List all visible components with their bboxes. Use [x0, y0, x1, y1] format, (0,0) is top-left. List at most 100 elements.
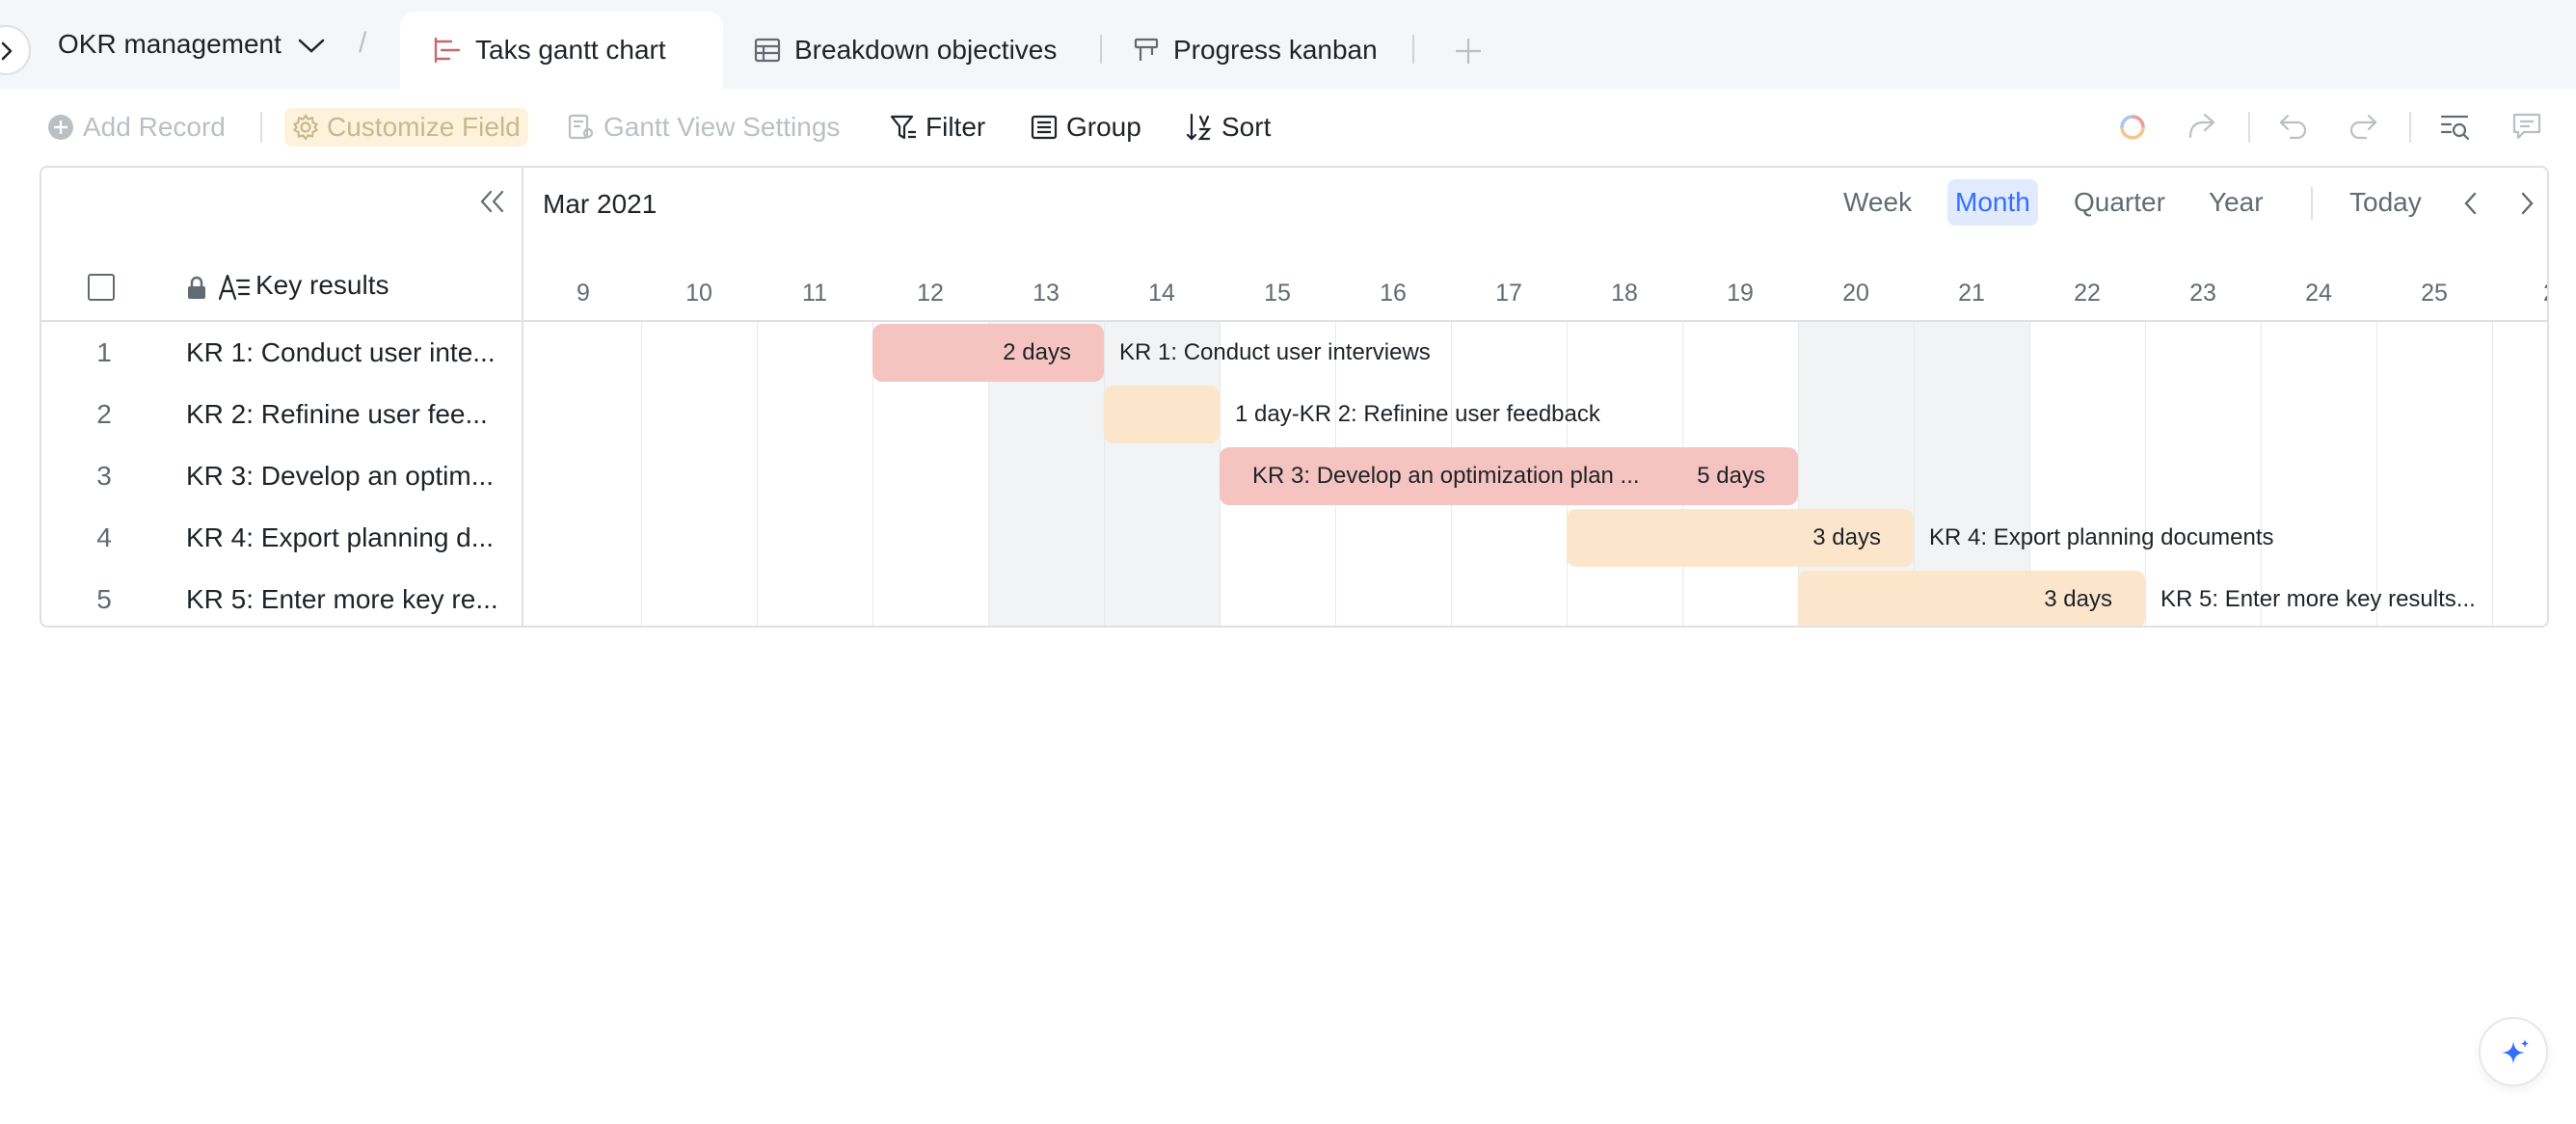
chevron-left-icon[interactable]	[2461, 191, 2481, 216]
row-number: 4	[96, 522, 112, 552]
day-label: 24	[2305, 280, 2332, 307]
tab-breakdown-objectives[interactable]: Breakdown objectives	[754, 12, 1057, 89]
scale-quarter-button[interactable]: Quarter	[2066, 179, 2173, 226]
redo-icon[interactable]	[2347, 110, 2379, 143]
day-label: 11	[802, 280, 827, 307]
bar-duration: 2 days	[1003, 339, 1071, 365]
day-label: 13	[1033, 280, 1060, 307]
view-toolbar: Add Record Customize Field Gantt View Se…	[0, 89, 2576, 166]
toolbar-divider	[2248, 112, 2250, 143]
day-label: 22	[2074, 280, 2101, 307]
day-label: 20	[1842, 280, 1869, 307]
gantt-view-settings-button[interactable]: Gantt View Settings	[567, 108, 840, 147]
undo-icon[interactable]	[2277, 110, 2310, 143]
day-label: 10	[685, 280, 712, 307]
toolbar-divider	[2409, 112, 2411, 143]
gear-icon	[292, 114, 319, 141]
chevron-right-icon[interactable]	[2517, 191, 2536, 216]
chevron-down-icon[interactable]	[298, 39, 325, 54]
record-grid: Key results 1 KR 1: Conduct user inte...…	[41, 168, 523, 626]
expand-sidebar-button[interactable]	[0, 25, 31, 75]
tab-divider	[1100, 35, 1102, 64]
gantt-view: Key results 1 KR 1: Conduct user inte...…	[40, 166, 2549, 628]
row-name: KR 1: Conduct user inte...	[186, 337, 496, 367]
lock-icon	[188, 276, 205, 299]
day-label: 12	[917, 280, 944, 307]
gantt-bar[interactable]	[1104, 386, 1220, 443]
day-label: 19	[1727, 280, 1754, 307]
timeline: Mar 2021 Week Month Quarter Year Today 9…	[525, 168, 2547, 626]
bar-label: 1 day-KR 2: Refinine user feedback	[1235, 401, 1600, 427]
filter-label: Filter	[926, 112, 986, 142]
group-button[interactable]: Group	[1030, 108, 1141, 147]
customize-field-button[interactable]: Customize Field	[284, 108, 528, 147]
bar-duration: 3 days	[2044, 586, 2112, 612]
base-title[interactable]: OKR management	[58, 29, 282, 60]
bar-label: KR 1: Conduct user interviews	[1119, 339, 1431, 365]
breadcrumb-separator: /	[359, 27, 367, 59]
bar-label: KR 5: Enter more key results...	[2160, 586, 2476, 612]
ai-assistant-button[interactable]	[2479, 1017, 2548, 1086]
comment-icon[interactable]	[2510, 110, 2543, 143]
customize-field-label: Customize Field	[327, 112, 521, 142]
add-tab-icon[interactable]	[1454, 37, 1483, 66]
tab-bar: OKR management / Taks gantt chart Breakd…	[0, 0, 2576, 89]
day-gridline	[2145, 322, 2146, 626]
day-gridline	[1104, 322, 1105, 626]
add-record-label: Add Record	[83, 112, 226, 142]
bar-label: KR 4: Export planning documents	[1929, 524, 2274, 550]
sort-label: Sort	[1221, 112, 1272, 142]
row-number: 2	[96, 399, 112, 429]
row-name: KR 2: Refinine user fee...	[186, 399, 488, 429]
tab-taks-gantt-chart[interactable]: Taks gantt chart	[400, 12, 723, 89]
filter-button[interactable]: Filter	[889, 108, 985, 147]
day-label: 14	[1148, 280, 1175, 307]
tab-label: Taks gantt chart	[475, 35, 666, 65]
row-number: 1	[96, 337, 112, 367]
chevron-right-icon	[1, 41, 13, 61]
tab-divider	[1412, 35, 1414, 64]
row-name: KR 4: Export planning d...	[186, 522, 495, 552]
select-all-checkbox[interactable]	[88, 274, 115, 301]
day-label: 2	[2492, 280, 2547, 308]
tab-label: Progress kanban	[1173, 35, 1378, 65]
text-field-icon	[218, 274, 251, 301]
day-label: 18	[1611, 280, 1638, 307]
gantt-icon	[434, 37, 461, 64]
sort-button[interactable]: Sort	[1185, 108, 1271, 147]
row-name: KR 5: Enter more key re...	[186, 584, 498, 614]
tab-progress-kanban[interactable]: Progress kanban	[1133, 12, 1378, 89]
day-gridline	[641, 322, 642, 626]
scale-year-button[interactable]: Year	[2201, 179, 2271, 226]
row-number: 3	[96, 461, 112, 491]
bar-duration: 3 days	[1812, 524, 1881, 550]
header-divider	[41, 320, 2547, 322]
day-label: 16	[1380, 280, 1407, 307]
day-label: 23	[2189, 280, 2216, 307]
gantt-view-settings-label: Gantt View Settings	[604, 112, 841, 142]
row-number: 5	[96, 584, 112, 614]
kanban-icon	[1134, 38, 1159, 61]
add-record-button[interactable]: Add Record	[46, 108, 226, 147]
add-circle-icon	[48, 115, 73, 140]
settings-doc-icon	[568, 114, 594, 140]
group-icon	[1031, 115, 1058, 140]
collapse-grid-icon[interactable]	[477, 189, 506, 214]
share-icon[interactable]	[2186, 110, 2218, 143]
day-label: 25	[2421, 280, 2448, 307]
search-records-icon[interactable]	[2439, 110, 2472, 143]
day-gridline	[757, 322, 758, 626]
tab-label: Breakdown objectives	[794, 35, 1058, 65]
scale-month-button[interactable]: Month	[1947, 179, 2038, 226]
today-button[interactable]: Today	[2342, 179, 2429, 226]
day-gridline	[2492, 322, 2493, 626]
sync-status-icon[interactable]	[2117, 112, 2148, 143]
day-label: 21	[1958, 280, 1985, 307]
key-results-header[interactable]: Key results	[255, 270, 389, 301]
day-label: 15	[1264, 280, 1291, 307]
sparkle-icon	[2502, 1039, 2529, 1064]
grid-table-icon	[754, 38, 781, 63]
scale-divider	[2311, 187, 2313, 220]
scale-week-button[interactable]: Week	[1836, 179, 1919, 226]
filter-icon	[890, 115, 916, 140]
